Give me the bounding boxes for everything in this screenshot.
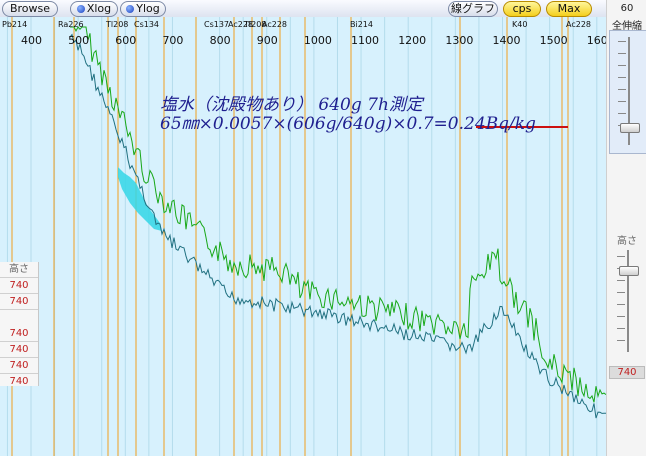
spectrum-svg: 400 500 600 700 800 900 1000 1100 1200 1300 1400 15…: [2, 17, 606, 456]
x-tick-label: 800: [210, 34, 231, 47]
tick-mark: [617, 280, 625, 281]
tick-mark: [618, 101, 626, 102]
xlog-toggle[interactable]: Xlog: [70, 1, 118, 17]
zoom-slider-thumb[interactable]: [620, 123, 640, 133]
tick-mark: [617, 328, 625, 329]
tick-mark: [618, 41, 626, 42]
annotation-line-2: 65㎜×0.0057×(606g/640g)×0.7=0.24Bq/kg: [160, 109, 536, 134]
x-tick-label: 1000: [304, 34, 332, 47]
x-tick-label: 500: [68, 34, 89, 47]
peak-label: Cs134: [134, 20, 159, 29]
x-tick-label: 900: [257, 34, 278, 47]
x-tick-label: 600: [115, 34, 136, 47]
browse-button[interactable]: Browse: [2, 1, 58, 17]
line-graph-button[interactable]: 線グラフ: [448, 1, 498, 17]
height-table-header: 高さ: [0, 262, 38, 278]
height-cell[interactable]: 740: [0, 294, 38, 310]
tick-mark: [617, 340, 625, 341]
peak-label: Ra226: [58, 20, 84, 29]
peak-label: Cs137: [204, 20, 229, 29]
tick-mark: [617, 292, 625, 293]
top-value: 60: [620, 3, 634, 14]
right-panel: 60 全伸縮 高さ 740: [606, 0, 646, 456]
height-cell[interactable]: 740: [0, 358, 38, 374]
height-table: 高さ 740 740 740 740 740 740: [0, 262, 39, 389]
peak-label: Pb214: [2, 20, 27, 29]
tick-mark: [618, 77, 626, 78]
tick-mark: [618, 89, 626, 90]
peak-label: Ac228: [262, 20, 287, 29]
ylog-label: Ylog: [136, 2, 160, 15]
tick-mark: [617, 256, 625, 257]
height-label: 高さ: [617, 236, 637, 247]
tick-mark: [617, 316, 625, 317]
x-tick-label: 400: [21, 34, 42, 47]
peak-label: Bi214: [350, 20, 373, 29]
spectrum-plot[interactable]: 400 500 600 700 800 900 1000 1100 1200 1300 1400 15…: [0, 17, 606, 456]
peak-label: Ac228: [566, 20, 591, 29]
height-cell[interactable]: 740: [0, 342, 38, 358]
x-tick-label: 1200: [398, 34, 426, 47]
grid: [6, 17, 598, 456]
max-button[interactable]: Max: [546, 1, 592, 17]
x-tick-label: 1400: [493, 34, 521, 47]
height-cell[interactable]: 740: [0, 278, 38, 294]
height-cell[interactable]: 740: [0, 374, 38, 389]
toolbar: Browse Xlog Ylog 線グラフ cps Max: [0, 0, 606, 18]
cps-button[interactable]: cps: [503, 1, 541, 17]
x-tick-label: 1500: [540, 34, 568, 47]
x-tick-label: 1600: [587, 34, 606, 47]
annotation-formula: 65㎜×0.0057×(606g/640g)×0.7=: [160, 114, 448, 134]
radio-icon: [76, 5, 85, 13]
height-slider[interactable]: [609, 246, 645, 356]
x-tick-label: 700: [162, 34, 183, 47]
tick-mark: [618, 65, 626, 66]
tick-mark: [618, 53, 626, 54]
tick-mark: [617, 304, 625, 305]
tick-mark: [618, 113, 626, 114]
annotation-result: 0.24Bq/kg: [447, 114, 536, 134]
x-tick-label: 1300: [445, 34, 473, 47]
x-tick-label: 1100: [351, 34, 379, 47]
height-value[interactable]: 740: [609, 366, 645, 379]
radio-icon: [126, 5, 135, 13]
height-slider-thumb[interactable]: [619, 266, 639, 276]
xlog-label: Xlog: [86, 2, 112, 15]
height-cell[interactable]: 740: [0, 326, 38, 342]
zoom-slider[interactable]: [609, 30, 646, 154]
peak-label: K40: [512, 20, 527, 29]
x-tick-labels: 400 500 600 700 800 900 1000 1100 1200 1300 1400 15…: [21, 34, 606, 47]
height-cell-empty: [0, 310, 38, 325]
peak-label: Tl208: [105, 20, 128, 29]
ylog-toggle[interactable]: Ylog: [120, 1, 166, 17]
